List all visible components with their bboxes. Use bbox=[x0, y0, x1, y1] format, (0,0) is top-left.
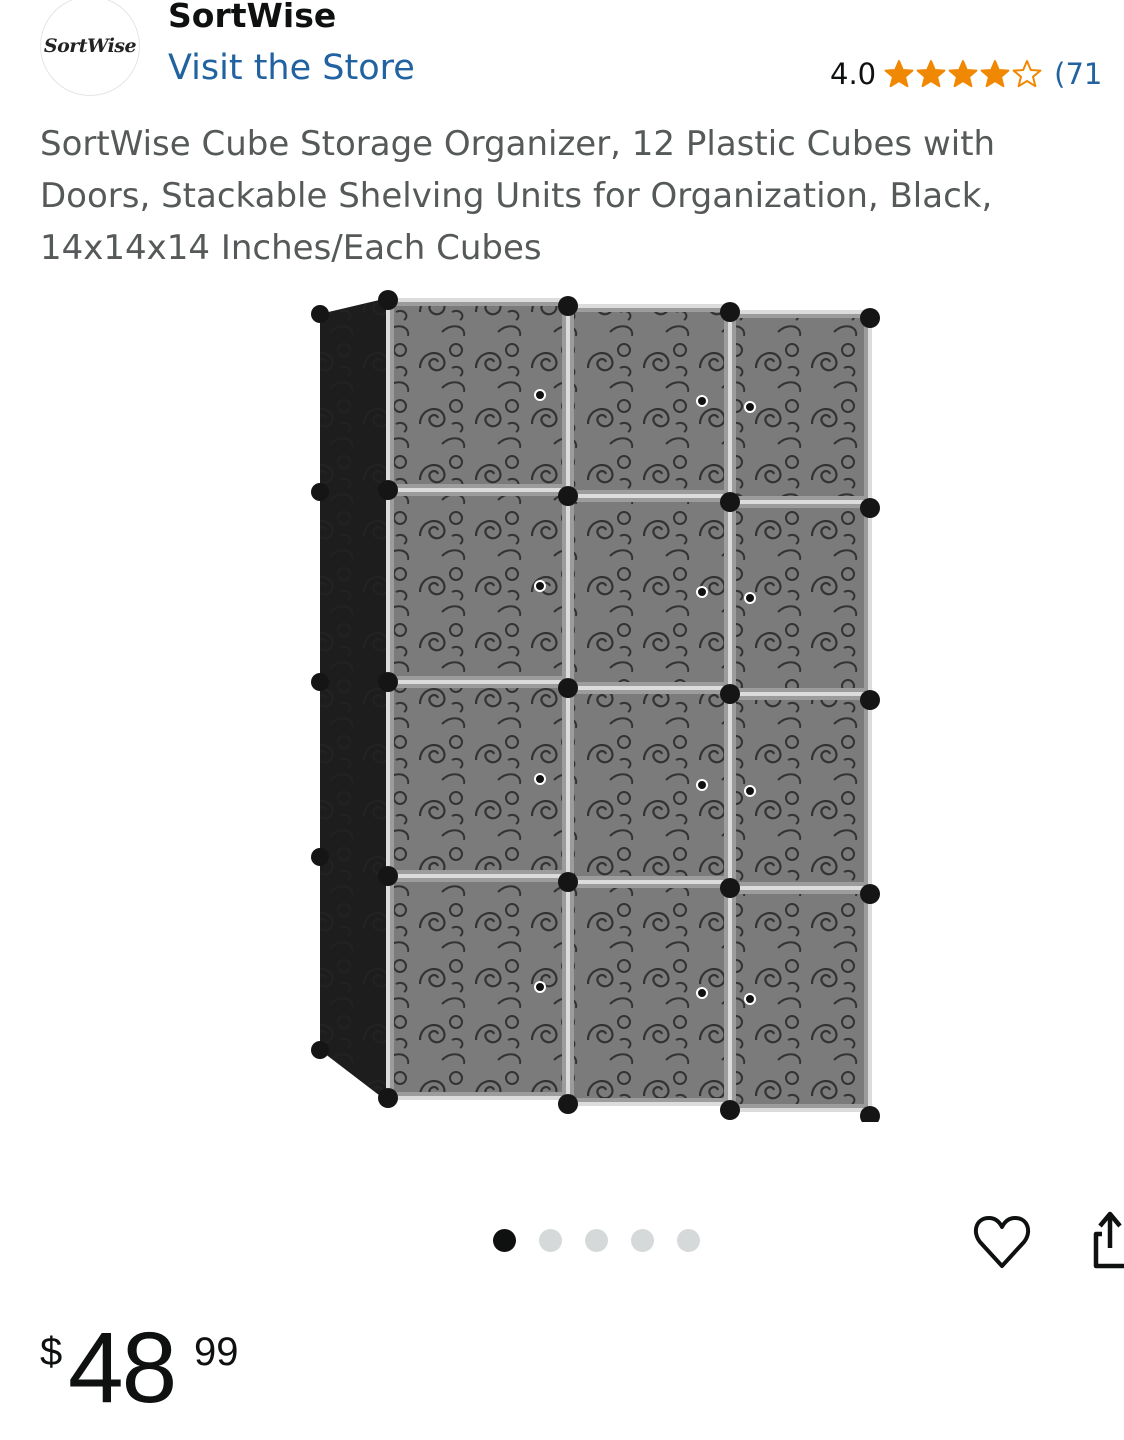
connector bbox=[311, 848, 329, 866]
carousel-dot[interactable] bbox=[585, 1229, 608, 1252]
connector bbox=[311, 673, 329, 691]
connector bbox=[860, 498, 880, 518]
connector bbox=[558, 872, 578, 892]
door-handle bbox=[534, 773, 546, 785]
carousel-dot[interactable] bbox=[539, 1229, 562, 1252]
image-carousel-dots bbox=[493, 1229, 723, 1252]
door-handle bbox=[696, 586, 708, 598]
star-filled-icon bbox=[948, 60, 978, 88]
product-image[interactable] bbox=[300, 282, 900, 1122]
connector bbox=[378, 480, 398, 500]
star-filled-icon bbox=[980, 60, 1010, 88]
connector bbox=[378, 290, 398, 310]
connector bbox=[720, 302, 740, 322]
door-handle bbox=[744, 592, 756, 604]
visit-store-link[interactable]: Visit the Store bbox=[168, 48, 415, 88]
store-logo-text: SortWise bbox=[43, 35, 137, 57]
connector bbox=[378, 672, 398, 692]
connector bbox=[860, 690, 880, 710]
connector bbox=[860, 884, 880, 904]
rating-summary[interactable]: 4.0 (71 bbox=[830, 54, 1102, 94]
connector bbox=[720, 878, 740, 898]
share-icon[interactable] bbox=[1088, 1208, 1124, 1274]
price-currency-symbol: $ bbox=[40, 1330, 63, 1374]
product-title: SortWise Cube Storage Organizer, 12 Plas… bbox=[40, 124, 996, 268]
door-handle bbox=[534, 580, 546, 592]
door-handle bbox=[744, 993, 756, 1005]
door-handle bbox=[534, 389, 546, 401]
rating-value: 4.0 bbox=[830, 57, 877, 91]
door-handle bbox=[534, 981, 546, 993]
carousel-dot[interactable] bbox=[631, 1229, 654, 1252]
connector bbox=[311, 305, 329, 323]
brand-name: SortWise bbox=[168, 0, 337, 35]
star-filled-icon bbox=[884, 60, 914, 88]
price-fraction: 99 bbox=[194, 1330, 239, 1374]
connector bbox=[720, 684, 740, 704]
door-handle bbox=[744, 785, 756, 797]
store-logo[interactable]: SortWise bbox=[40, 0, 140, 96]
star-filled-icon bbox=[916, 60, 946, 88]
connector bbox=[558, 486, 578, 506]
heart-icon[interactable] bbox=[972, 1212, 1032, 1272]
cube-grid bbox=[311, 290, 880, 1122]
connector bbox=[860, 308, 880, 328]
review-count-link[interactable]: (71 bbox=[1054, 57, 1102, 91]
door-handle bbox=[696, 779, 708, 791]
connector bbox=[558, 1094, 578, 1114]
door-handle bbox=[696, 987, 708, 999]
connector bbox=[720, 1100, 740, 1120]
door-handle bbox=[744, 401, 756, 413]
carousel-dot[interactable] bbox=[677, 1229, 700, 1252]
connector bbox=[378, 866, 398, 886]
star-rating bbox=[884, 59, 1044, 89]
connector bbox=[311, 483, 329, 501]
door-handle bbox=[696, 395, 708, 407]
connector bbox=[558, 296, 578, 316]
price-whole: 48 bbox=[68, 1312, 177, 1424]
connector bbox=[720, 492, 740, 512]
carousel-dot[interactable] bbox=[493, 1229, 516, 1252]
star-empty-icon bbox=[1012, 60, 1042, 88]
connector bbox=[378, 1088, 398, 1108]
connector bbox=[311, 1041, 329, 1059]
connector bbox=[558, 678, 578, 698]
